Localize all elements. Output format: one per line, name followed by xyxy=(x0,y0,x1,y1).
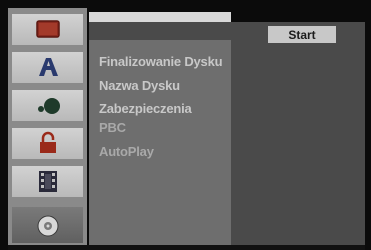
header-strip xyxy=(89,12,231,22)
language-icon-tile[interactable] xyxy=(12,52,83,83)
category-icon-bar xyxy=(8,8,87,248)
film-icon-tile[interactable] xyxy=(12,166,83,197)
audio-icon-tile[interactable] xyxy=(12,90,83,121)
tv-icon-tile[interactable] xyxy=(12,14,83,45)
bottom-bar xyxy=(8,245,365,250)
language-icon xyxy=(39,58,58,76)
film-icon xyxy=(39,171,57,192)
menu-item-protection[interactable]: Zabezpieczenia xyxy=(99,101,192,116)
menu-item-disc-name[interactable]: Nazwa Dysku xyxy=(99,78,180,93)
menu-item-pbc[interactable]: PBC xyxy=(99,120,126,135)
setup-screen: Finalizowanie Dysku Nazwa Dysku Zabezpie… xyxy=(0,0,371,250)
disc-icon-tile[interactable] xyxy=(12,207,83,243)
start-button[interactable]: Start xyxy=(268,26,336,43)
disc-icon xyxy=(37,215,59,237)
menu-item-finalize[interactable]: Finalizowanie Dysku xyxy=(99,54,223,69)
audio-icon xyxy=(38,98,60,114)
lock-icon xyxy=(40,131,56,153)
menu-item-autoplay[interactable]: AutoPlay xyxy=(99,144,154,159)
lock-icon-tile[interactable] xyxy=(12,128,83,159)
tv-icon xyxy=(36,20,60,38)
